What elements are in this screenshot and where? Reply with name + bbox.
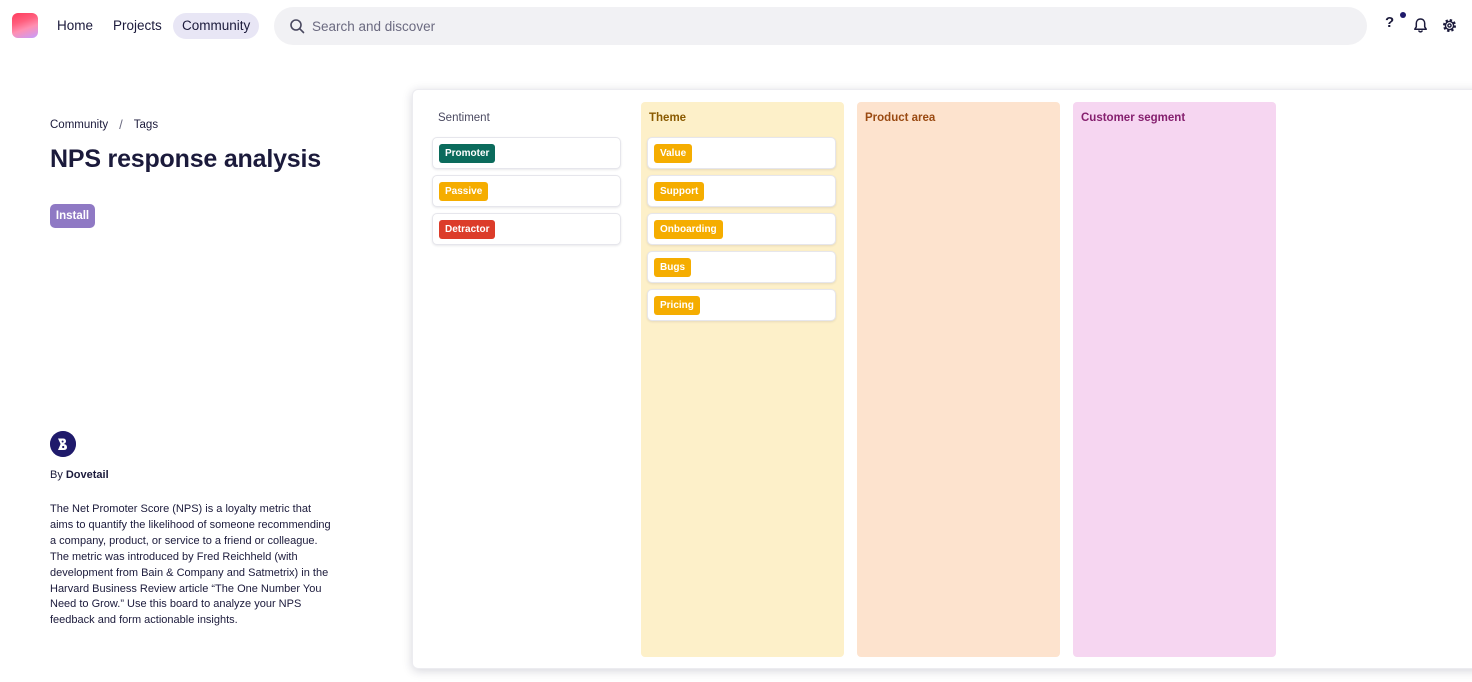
breadcrumb-separator: / — [119, 117, 123, 132]
template-description: The Net Promoter Score (NPS) is a loyalt… — [50, 503, 331, 627]
install-button[interactable]: Install — [50, 204, 95, 228]
column-customer-segment: Customer segment — [1073, 102, 1276, 657]
tag-card-detractor[interactable]: Detractor — [432, 213, 621, 245]
tag-card-passive[interactable]: Passive — [432, 175, 621, 207]
tag-card-support[interactable]: Support — [647, 175, 836, 207]
column-title: Theme — [649, 112, 687, 124]
app-logo[interactable] — [12, 13, 38, 38]
tag-card-bugs[interactable]: Bugs — [647, 251, 836, 283]
search-input[interactable] — [312, 7, 1312, 45]
page-title: NPS response analysis — [50, 145, 321, 173]
search-icon — [290, 19, 305, 34]
tag-board: Sentiment Promoter Passive Detractor The… — [412, 89, 1472, 669]
author-by-label: By — [50, 469, 63, 481]
column-title: Product area — [865, 112, 936, 124]
gear-icon[interactable] — [1441, 17, 1458, 34]
breadcrumb-tags[interactable]: Tags — [134, 119, 158, 131]
question-icon[interactable]: ? — [1385, 14, 1401, 36]
column-sentiment: Sentiment Promoter Passive Detractor — [430, 102, 633, 657]
nav-projects-link[interactable]: Projects — [104, 13, 171, 39]
tag-label: Onboarding — [654, 220, 723, 239]
tag-label: Support — [654, 182, 705, 201]
tag-card-value[interactable]: Value — [647, 137, 836, 169]
dovetail-logo-icon — [50, 431, 76, 457]
tag-label: Value — [654, 144, 693, 163]
author-line: By Dovetail — [50, 469, 109, 481]
help-notification-dot — [1400, 12, 1406, 18]
breadcrumb-community[interactable]: Community — [50, 119, 108, 131]
tag-label: Detractor — [439, 220, 496, 239]
tag-label: Promoter — [439, 144, 496, 163]
column-title: Sentiment — [438, 112, 490, 124]
nav-community-link[interactable]: Community — [173, 13, 260, 39]
nav-home-link[interactable]: Home — [48, 13, 102, 39]
author-name-link[interactable]: Dovetail — [66, 469, 109, 481]
top-navigation: Home Projects Community ? — [0, 0, 1472, 52]
tag-label: Pricing — [654, 296, 700, 315]
tag-label: Passive — [439, 182, 489, 201]
breadcrumb: Community / Tags — [50, 117, 158, 132]
column-product-area: Product area — [857, 102, 1060, 657]
tag-card-pricing[interactable]: Pricing — [647, 289, 836, 321]
tag-label: Bugs — [654, 258, 691, 277]
tag-card-onboarding[interactable]: Onboarding — [647, 213, 836, 245]
column-title: Customer segment — [1081, 112, 1186, 124]
bell-icon[interactable] — [1412, 17, 1429, 34]
search-bar[interactable] — [274, 7, 1367, 45]
tag-card-promoter[interactable]: Promoter — [432, 137, 621, 169]
column-theme: Theme Value Support Onboarding Bugs Pric… — [641, 102, 844, 657]
